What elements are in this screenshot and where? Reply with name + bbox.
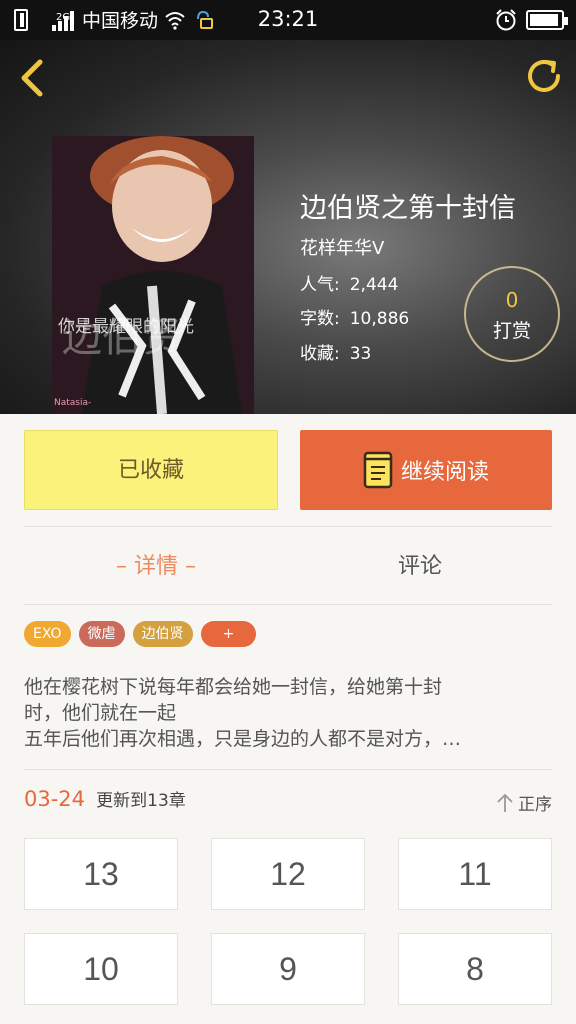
sort-label: 正序 <box>518 795 552 815</box>
sort-button[interactable]: 正序 <box>496 790 552 815</box>
tab-details[interactable]: – 详情 – <box>24 548 288 580</box>
continue-reading-label: 继续阅读 <box>400 460 489 485</box>
divider <box>24 604 552 605</box>
battery-icon <box>526 10 568 30</box>
book-author[interactable]: 花样年华V <box>300 234 384 260</box>
divider <box>24 526 552 527</box>
book-icon <box>363 451 393 489</box>
favorite-button[interactable]: 已收藏 <box>24 430 278 510</box>
description-line: 时，他们就在一起 <box>24 702 177 724</box>
book-description[interactable]: 他在樱花树下说每年都会给她一封信，给她第十封 时，他们就在一起 五年后他们再次相… <box>24 674 552 752</box>
chapter-button[interactable]: 8 <box>398 933 552 1005</box>
book-header: 边伯贤 你是最耀眼的阳光 Natasia- 边伯贤之第十封信 花样年华V 人气:… <box>0 40 576 414</box>
divider <box>24 769 552 770</box>
tab-comments[interactable]: 评论 <box>288 548 552 580</box>
description-line: 他在樱花树下说每年都会给她一封信，给她第十封 <box>24 676 443 698</box>
tip-button[interactable]: 0 打赏 <box>464 266 560 362</box>
back-icon[interactable] <box>14 56 54 100</box>
book-cover[interactable]: 边伯贤 你是最耀眼的阳光 Natasia- <box>52 136 254 414</box>
arrow-up-icon <box>497 793 513 812</box>
update-date: 03-24 <box>24 787 86 811</box>
stat-value: 33 <box>349 344 372 364</box>
tag-exo[interactable]: EXO <box>24 621 71 647</box>
continue-reading-button[interactable]: 继续阅读 <box>300 430 552 510</box>
stat-label: 人气: <box>300 275 340 295</box>
chapter-button[interactable]: 9 <box>211 933 365 1005</box>
update-info: 03-24 更新到13章 正序 <box>24 786 552 818</box>
book-title: 边伯贤之第十封信 <box>300 193 516 224</box>
tag-slight-angst[interactable]: 微虐 <box>78 621 125 647</box>
cover-signature: Natasia- <box>54 398 92 408</box>
stat-favorites: 收藏: 33 <box>300 339 371 364</box>
chapter-button[interactable]: 13 <box>24 838 178 910</box>
status-right <box>494 8 568 32</box>
cover-illustration: 边伯贤 <box>52 136 254 414</box>
stat-value: 2,444 <box>349 275 399 295</box>
tip-count: 0 <box>505 288 519 312</box>
status-bar: 2G 中国移动 23:21 <box>0 0 576 40</box>
stat-label: 收藏: <box>300 344 340 364</box>
tag-list: EXO 微虐 边伯贤 + <box>24 621 264 647</box>
update-text: 更新到13章 <box>96 791 186 811</box>
chapter-button[interactable]: 12 <box>211 838 365 910</box>
description-line: 五年后他们再次相遇，只是身边的人都不是对方，… <box>24 728 462 750</box>
chapter-button[interactable]: 11 <box>398 838 552 910</box>
stat-popularity: 人气: 2,444 <box>300 270 398 295</box>
add-tag-button[interactable]: + <box>200 621 257 647</box>
stat-word-count: 字数: 10,886 <box>300 304 409 329</box>
refresh-icon[interactable] <box>524 56 564 96</box>
stat-value: 10,886 <box>349 309 410 329</box>
stat-label: 字数: <box>300 309 340 329</box>
tip-label: 打赏 <box>492 320 531 342</box>
chapter-button[interactable]: 10 <box>24 933 178 1005</box>
alarm-icon <box>496 9 516 31</box>
cover-caption: 你是最耀眼的阳光 <box>58 317 194 337</box>
tag-baekhyun[interactable]: 边伯贤 <box>132 621 193 647</box>
clock: 23:21 <box>257 7 319 31</box>
